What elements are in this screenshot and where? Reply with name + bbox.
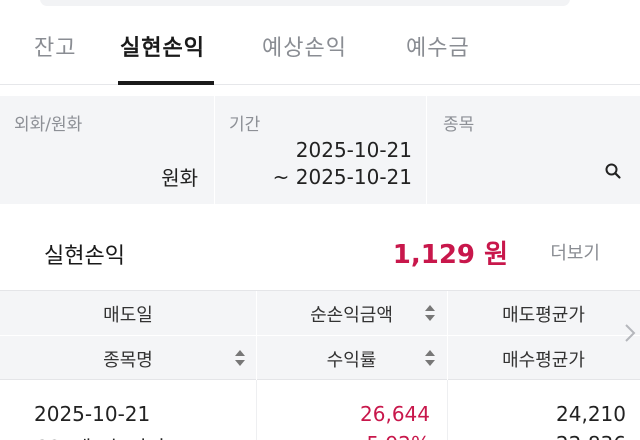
col-buy-avg-price[interactable]: 매수평균가 — [447, 336, 640, 381]
realized-pnl-summary: 실현손익 1,129 원 더보기 — [0, 204, 640, 290]
tab-deposit[interactable]: 예수금 — [406, 30, 470, 62]
col-sell-avg-price-label: 매도평균가 — [502, 304, 585, 326]
cell-net-profit: 26,644 — [360, 402, 430, 426]
top-bar-remnant — [0, 0, 640, 8]
summary-amount: 1,129 원 — [392, 240, 508, 270]
cell-sell-avg-price: 24,210 — [556, 402, 626, 426]
table-body: 2025-10-21 CSI 테크놀러지 26,644 5.92% 24,210… — [0, 380, 640, 440]
tab-balance[interactable]: 잔고 — [34, 30, 76, 62]
stock-filter-label: 종목 — [443, 115, 475, 135]
currency-filter-label: 외화/원화 — [14, 115, 83, 135]
currency-filter[interactable]: 외화/원화 원화 — [0, 96, 214, 204]
col-sell-date-label: 매도일 — [103, 304, 153, 326]
period-filter[interactable]: 기간 2025-10-21 ~ 2025-10-21 — [214, 96, 426, 204]
tab-expected-pnl[interactable]: 예상손익 — [262, 30, 347, 62]
col-return-rate-label: 수익률 — [326, 349, 377, 371]
col-buy-avg-price-label: 매수평균가 — [502, 349, 585, 371]
currency-filter-value: 원화 — [161, 166, 198, 190]
table-header: 매도일 순손익금액 매도평균가 종목명 수익률 매수평균가 — [0, 290, 640, 381]
chevron-right-icon[interactable] — [624, 323, 636, 343]
col-sell-date[interactable]: 매도일 — [0, 291, 256, 336]
period-from: 2025-10-21 — [295, 138, 412, 162]
sort-icon[interactable] — [424, 349, 436, 367]
cell-buy-avg-price: 22,836 — [556, 432, 626, 440]
filter-panel: 외화/원화 원화 기간 2025-10-21 ~ 2025-10-21 종목 — [0, 96, 640, 204]
stock-filter[interactable]: 종목 — [426, 96, 640, 204]
period-to: ~ 2025-10-21 — [272, 165, 412, 189]
period-filter-label: 기간 — [229, 115, 261, 135]
cell-sell-date: 2025-10-21 — [34, 402, 151, 426]
realized-pnl-screen: 잔고 실현손익 예상손익 예수금 외화/원화 원화 기간 2025-10-21 … — [0, 0, 640, 440]
row-divider — [256, 380, 257, 440]
col-net-profit-label: 순손익금액 — [310, 304, 393, 326]
more-button[interactable]: 더보기 — [550, 239, 600, 265]
summary-title: 실현손익 — [44, 244, 125, 269]
col-sell-avg-price[interactable]: 매도평균가 — [447, 291, 640, 336]
search-icon[interactable] — [604, 162, 622, 180]
col-return-rate[interactable]: 수익률 — [256, 336, 447, 381]
col-net-profit[interactable]: 순손익금액 — [256, 291, 447, 336]
sort-icon[interactable] — [234, 349, 246, 367]
cell-return-rate: 5.92% — [366, 432, 430, 440]
tab-bar: 잔고 실현손익 예상손익 예수금 — [0, 8, 640, 85]
top-pill — [40, 0, 570, 6]
col-stock-name[interactable]: 종목명 — [0, 336, 256, 381]
row-divider — [447, 380, 448, 440]
sort-icon[interactable] — [424, 304, 436, 322]
tab-realized-pnl[interactable]: 실현손익 — [120, 30, 205, 62]
col-stock-name-label: 종목명 — [103, 349, 153, 371]
active-tab-indicator — [118, 81, 214, 85]
cell-stock-name: CSI 테크놀러지 — [34, 432, 165, 440]
